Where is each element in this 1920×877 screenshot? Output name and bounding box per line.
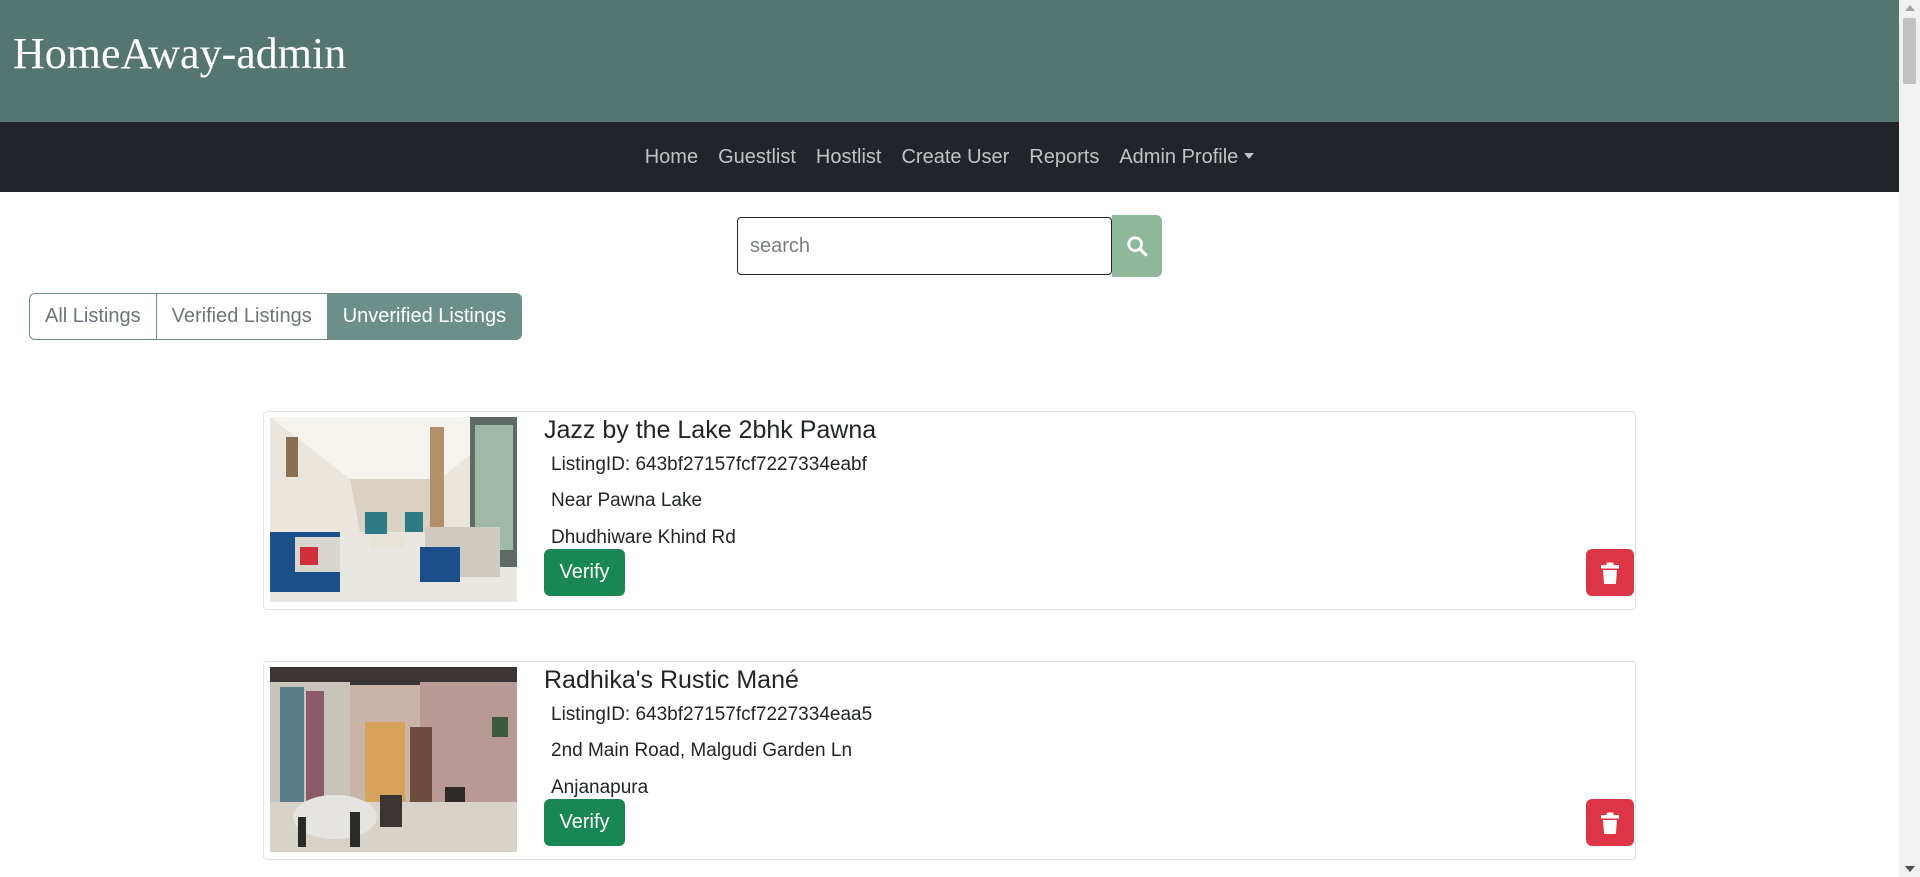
tab-unverified-listings[interactable]: Unverified Listings (327, 293, 523, 340)
listing-card: Jazz by the Lake 2bhk Pawna ListingID: 6… (263, 411, 1636, 610)
scrollbar-thumb[interactable] (1903, 18, 1916, 84)
search-icon (1127, 236, 1148, 257)
main-navbar: Home Guestlist Hostlist Create User Repo… (0, 122, 1899, 192)
nav-guestlist[interactable]: Guestlist (708, 146, 806, 169)
page-scrollbar[interactable] (1899, 0, 1920, 877)
listing-id: ListingID: 643bf27157fcf7227334eaa5 (551, 704, 873, 725)
brand-title[interactable]: HomeAway-admin (13, 28, 346, 79)
search-button[interactable] (1112, 215, 1162, 277)
scroll-down-arrow-icon[interactable] (1905, 866, 1915, 872)
listing-photo (270, 417, 517, 602)
listing-card: Radhika's Rustic Mané ListingID: 643bf27… (263, 661, 1636, 860)
tab-verified-listings[interactable]: Verified Listings (156, 293, 328, 340)
caret-down-icon (1244, 152, 1255, 159)
listing-photo (270, 667, 517, 852)
listing-address-line1: Near Pawna Lake (551, 490, 703, 511)
listing-filter-tabs: All Listings Verified Listings Unverifie… (29, 293, 523, 340)
listing-title: Jazz by the Lake 2bhk Pawna (544, 416, 877, 444)
trash-icon (1601, 562, 1619, 584)
nav-hostlist[interactable]: Hostlist (806, 146, 892, 169)
scroll-up-arrow-icon[interactable] (1905, 5, 1915, 11)
tab-all-listings[interactable]: All Listings (29, 293, 157, 340)
nav-create-user[interactable]: Create User (891, 146, 1019, 169)
admin-profile-label: Admin Profile (1119, 145, 1239, 168)
search-bar (737, 215, 1162, 277)
search-input[interactable] (737, 217, 1112, 275)
nav-reports[interactable]: Reports (1019, 146, 1109, 169)
delete-listing-button[interactable] (1586, 799, 1634, 846)
delete-listing-button[interactable] (1586, 549, 1634, 596)
app-header: HomeAway-admin (0, 0, 1899, 122)
listing-id: ListingID: 643bf27157fcf7227334eabf (551, 454, 867, 475)
nav-home[interactable]: Home (635, 146, 708, 169)
listing-address-line2: Dhudhiware Khind Rd (551, 527, 736, 548)
trash-icon (1601, 812, 1619, 834)
verify-button[interactable]: Verify (544, 549, 625, 596)
listing-address-line1: 2nd Main Road, Malgudi Garden Ln (551, 740, 853, 761)
listing-address-line2: Anjanapura (551, 777, 649, 798)
verify-button[interactable]: Verify (544, 799, 625, 846)
listing-title: Radhika's Rustic Mané (544, 666, 799, 694)
nav-admin-profile-dropdown[interactable]: Admin Profile (1109, 146, 1264, 169)
